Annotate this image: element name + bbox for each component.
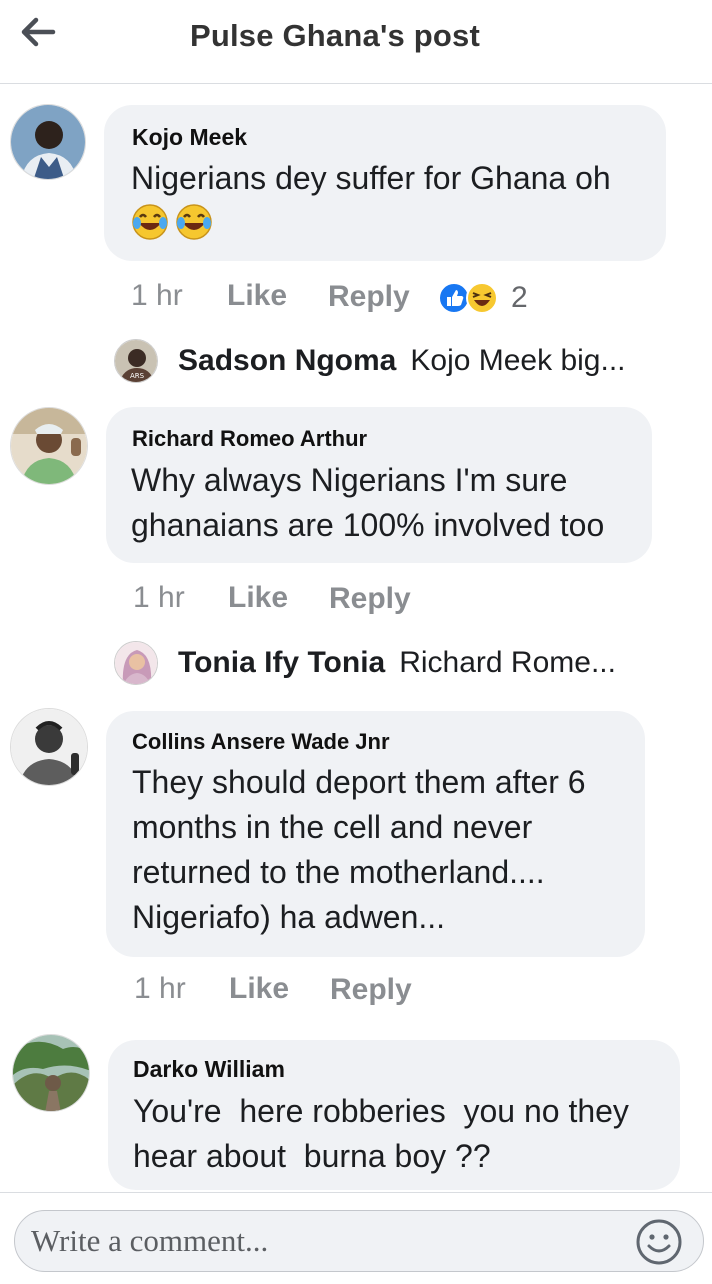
reply-button[interactable]: Reply — [330, 973, 412, 1007]
tears-of-joy-emoji-icon — [176, 204, 212, 240]
reply-snippet: Kojo Meek big... — [410, 344, 626, 377]
reaction-icons[interactable] — [438, 282, 500, 316]
haha-reaction-icon — [466, 282, 498, 314]
svg-text:ARS: ARS — [130, 372, 145, 380]
avatar[interactable] — [10, 708, 88, 786]
comment-author[interactable]: Collins Ansere Wade Jnr — [132, 729, 390, 755]
composer-divider — [0, 1192, 712, 1193]
comment-text-line: Why always Nigerians I'm sure — [131, 462, 568, 498]
comment-text-line: They should deport them after 6 — [132, 764, 586, 800]
like-button[interactable]: Like — [227, 279, 287, 313]
reply-preview[interactable]: Tonia Ify Tonia Richard Rome... — [114, 638, 616, 688]
comment-timestamp: 1 hr — [133, 581, 185, 614]
reply-author[interactable]: Sadson Ngoma — [178, 344, 396, 378]
emoji-button[interactable] — [635, 1218, 683, 1266]
comment-author[interactable]: Kojo Meek — [132, 124, 247, 151]
post-header: Pulse Ghana's post — [0, 0, 712, 84]
reply-button[interactable]: Reply — [328, 280, 410, 314]
like-button[interactable]: Like — [228, 581, 288, 615]
page-title: Pulse Ghana's post — [189, 18, 481, 53]
comment-emoji-row — [131, 203, 213, 243]
comment-input-placeholder: Write a comment... — [31, 1223, 269, 1258]
avatar[interactable] — [10, 407, 88, 485]
comment-timestamp: 1 hr — [131, 279, 183, 312]
reply-snippet: Richard Rome... — [399, 646, 616, 679]
avatar — [114, 641, 158, 685]
reply-author[interactable]: Tonia Ify Tonia — [178, 646, 385, 680]
comment-text-line: returned to the motherland.... — [132, 854, 545, 890]
comment-text-line: ghanaians are 100% involved too — [131, 507, 605, 543]
comment-author[interactable]: Darko William — [133, 1056, 285, 1083]
avatar[interactable] — [12, 1034, 90, 1112]
reply-preview[interactable]: ARS Sadson Ngoma Kojo Meek big... — [114, 336, 626, 386]
avatar[interactable] — [10, 104, 86, 180]
reaction-count[interactable]: 2 — [511, 281, 528, 315]
reply-button[interactable]: Reply — [329, 582, 411, 616]
comment-text-line: hear about burna boy ?? — [133, 1138, 491, 1174]
comment-text: Nigerians dey suffer for Ghana oh — [131, 160, 611, 196]
comment-timestamp: 1 hr — [134, 972, 186, 1005]
comment-text-line: months in the cell and never — [132, 809, 533, 845]
avatar: ARS — [114, 339, 158, 383]
tears-of-joy-emoji-icon — [132, 204, 168, 240]
comment-text-line: Nigeriafo) ha adwen... — [132, 899, 446, 935]
smiley-icon — [636, 1219, 682, 1265]
like-button[interactable]: Like — [229, 972, 289, 1006]
comment-input[interactable]: Write a comment... — [14, 1210, 704, 1272]
comment-author[interactable]: Richard Romeo Arthur — [132, 426, 367, 452]
comment-text-line: You're here robberies you no they — [133, 1093, 629, 1129]
